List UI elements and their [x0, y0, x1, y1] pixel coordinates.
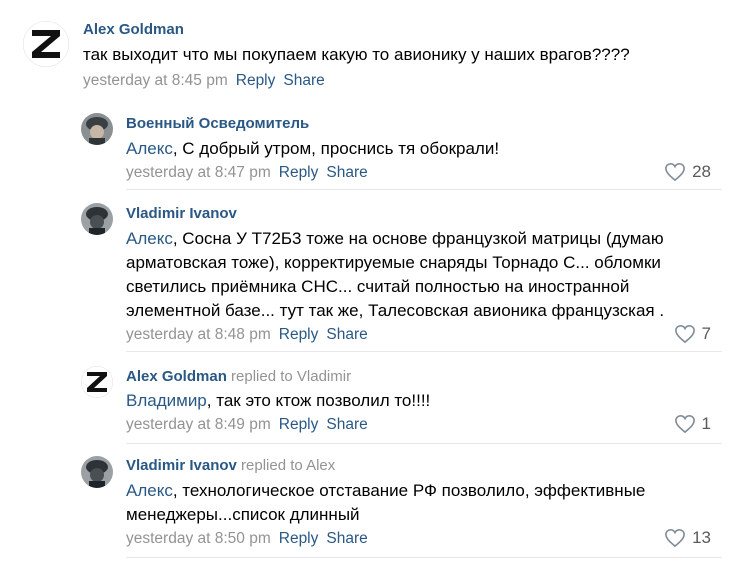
comment-body: , С добрый утром, проснись тя обокрали! [172, 139, 500, 158]
like-count: 13 [692, 528, 711, 547]
share-button[interactable]: Share [326, 164, 367, 181]
heart-icon [665, 528, 685, 548]
like-button[interactable]: 1 [674, 414, 711, 434]
mention-link[interactable]: Владимир [126, 391, 207, 410]
heart-icon [674, 414, 695, 434]
divider [126, 557, 722, 558]
comment-author: Alex Goldman replied to Vladimir [126, 368, 351, 385]
replied-to[interactable]: replied to Vladimir [231, 368, 351, 385]
avatar[interactable] [81, 113, 113, 145]
author-name[interactable]: Alex Goldman [126, 368, 227, 385]
comment: Alex Goldman replied to Vladimir Владими… [0, 352, 745, 444]
comment-meta: yesterday at 8:49 pm Reply Share [126, 416, 368, 434]
comment-author[interactable]: Vladimir Ivanov [126, 205, 237, 222]
like-count: 28 [692, 162, 711, 181]
z-logo-icon [23, 21, 69, 67]
comment: Vladimir Ivanov Алекс, Сосна У Т72Б3 тож… [0, 190, 745, 352]
avatar[interactable] [81, 203, 113, 235]
comment-author[interactable]: Военный Осведомитель [126, 115, 309, 132]
comment-meta: yesterday at 8:48 pm Reply Share [126, 326, 368, 344]
comment-text: Алекс, Сосна У Т72Б3 тоже на основе фран… [126, 227, 711, 323]
mention-link[interactable]: Алекс [126, 139, 173, 158]
share-button[interactable]: Share [326, 530, 367, 547]
timestamp[interactable]: yesterday at 8:45 pm [83, 72, 228, 89]
heart-icon [665, 162, 685, 182]
timestamp[interactable]: yesterday at 8:48 pm [126, 326, 271, 343]
comment-body: , так это ктож позволил то!!!! [206, 391, 431, 410]
timestamp[interactable]: yesterday at 8:49 pm [126, 416, 271, 433]
share-button[interactable]: Share [326, 326, 367, 343]
comment-body: , технологическое отставание РФ позволил… [126, 481, 646, 524]
reply-button[interactable]: Reply [279, 530, 319, 547]
timestamp[interactable]: yesterday at 8:47 pm [126, 164, 271, 181]
like-button[interactable]: 13 [664, 528, 711, 548]
comment-meta: yesterday at 8:45 pm Reply Share [83, 72, 325, 90]
comment-body: так выходит что мы покупаем какую то ави… [83, 45, 630, 64]
like-count: 7 [701, 324, 711, 343]
comment-meta: yesterday at 8:47 pm Reply Share [126, 164, 368, 182]
reply-button[interactable]: Reply [279, 326, 319, 343]
comment-meta: yesterday at 8:50 pm Reply Share [126, 530, 368, 548]
soldier-helmet-icon [81, 203, 113, 235]
avatar[interactable] [81, 456, 113, 488]
comment: Vladimir Ivanov replied to Alex Алекс, т… [0, 444, 745, 570]
comment-body: , Сосна У Т72Б3 тоже на основе французко… [126, 229, 665, 320]
comment-text: Алекс, С добрый утром, проснись тя обокр… [126, 137, 716, 161]
comment-text: Алекс, технологическое отставание РФ поз… [126, 479, 711, 527]
share-button[interactable]: Share [326, 416, 367, 433]
share-button[interactable]: Share [283, 72, 324, 89]
soldier-helmet-icon [81, 456, 113, 488]
mention-link[interactable]: Алекс [126, 229, 173, 248]
timestamp[interactable]: yesterday at 8:50 pm [126, 530, 271, 547]
comment: Военный Осведомитель Алекс, С добрый утр… [0, 100, 745, 190]
reply-button[interactable]: Reply [279, 416, 319, 433]
soldier-helmet-icon [81, 113, 113, 145]
comment-text: Владимир, так это ктож позволил то!!!! [126, 389, 711, 413]
comment-text: так выходит что мы покупаем какую то ави… [83, 43, 723, 67]
reply-button[interactable]: Reply [279, 164, 319, 181]
z-logo-icon [81, 366, 113, 398]
comment-author[interactable]: Alex Goldman [83, 21, 184, 38]
comment-author: Vladimir Ivanov replied to Alex [126, 457, 335, 474]
heart-icon [674, 324, 695, 344]
author-name[interactable]: Vladimir Ivanov [126, 457, 237, 474]
replied-to[interactable]: replied to Alex [241, 457, 335, 474]
reply-button[interactable]: Reply [236, 72, 276, 89]
comment: Alex Goldman так выходит что мы покупаем… [0, 0, 745, 100]
avatar[interactable] [81, 366, 113, 398]
like-button[interactable]: 7 [674, 324, 711, 344]
like-button[interactable]: 28 [664, 162, 711, 182]
avatar[interactable] [23, 21, 69, 67]
mention-link[interactable]: Алекс [126, 481, 173, 500]
like-count: 1 [701, 414, 711, 433]
